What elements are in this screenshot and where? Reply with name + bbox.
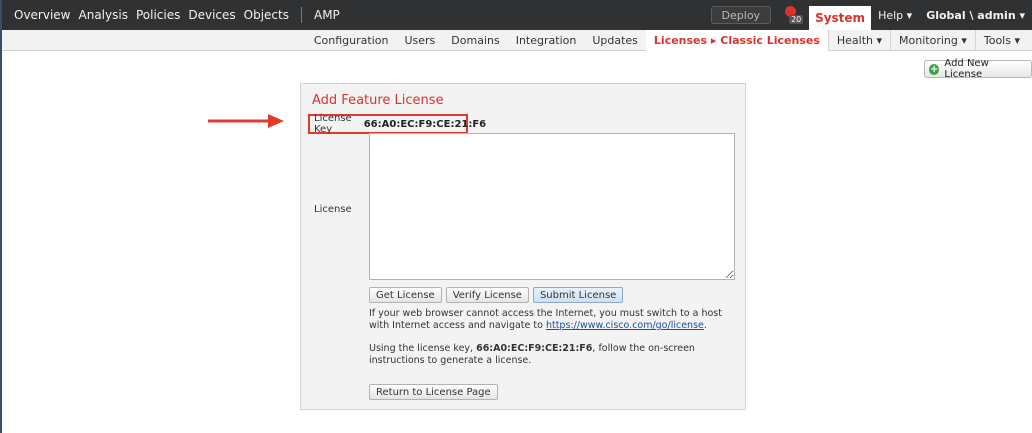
add-feature-license-panel: Add Feature License License Key 66:A0:EC… — [300, 83, 746, 410]
nav-separator — [300, 7, 302, 23]
nav-help[interactable]: Help ▾ — [871, 9, 919, 22]
nav-overview[interactable]: Overview — [10, 8, 75, 22]
get-license-button[interactable]: Get License — [369, 287, 442, 303]
domain-user-label: Global \ admin ▾ — [926, 8, 1025, 22]
nav-objects[interactable]: Objects — [240, 8, 293, 22]
sub-navigation-bar: Configuration Users Domains Integration … — [2, 29, 1032, 51]
license-key-instructions: Using the license key, 66:A0:EC:F9:CE:21… — [369, 343, 739, 367]
nav-devices[interactable]: Devices — [184, 8, 239, 22]
nav-amp[interactable]: AMP — [310, 8, 344, 22]
verify-license-button[interactable]: Verify License — [445, 287, 529, 303]
alerts-icon[interactable]: 20 — [781, 4, 804, 26]
license-label: License — [314, 204, 352, 215]
license-key-highlight: License Key 66:A0:EC:F9:CE:21:F6 — [308, 113, 486, 135]
nav-domain-user[interactable]: Global \ admin ▾ — [919, 9, 1032, 22]
license-key-label: License Key — [314, 113, 352, 135]
license-key-instructions-key: 66:A0:EC:F9:CE:21:F6 — [476, 343, 593, 354]
license-textarea[interactable] — [369, 133, 735, 280]
offline-instructions: If your web browser cannot access the In… — [369, 308, 739, 332]
cisco-license-link[interactable]: https://www.cisco.com/go/license — [546, 320, 704, 331]
nav-analysis[interactable]: Analysis — [75, 8, 132, 22]
offline-instructions-end: . — [703, 320, 707, 331]
annotation-arrow-icon — [208, 114, 284, 128]
add-new-license-button[interactable]: + Add New License — [924, 58, 1032, 80]
alert-count: 20 — [789, 15, 804, 24]
nav-policies[interactable]: Policies — [132, 8, 184, 22]
license-action-buttons: Get License Verify License Submit Licens… — [369, 287, 624, 303]
subnav-domains[interactable]: Domains — [443, 30, 507, 51]
nav-system[interactable]: System — [809, 6, 872, 30]
subnav-updates[interactable]: Updates — [584, 30, 646, 51]
add-icon: + — [929, 63, 940, 75]
submit-license-button[interactable]: Submit License — [532, 287, 624, 303]
subnav-users[interactable]: Users — [396, 30, 443, 51]
subnav-monitoring[interactable]: Monitoring ▾ — [891, 30, 975, 51]
deploy-button[interactable]: Deploy — [710, 6, 772, 24]
return-to-license-page-button[interactable]: Return to License Page — [369, 384, 498, 400]
add-new-license-label: Add New License — [944, 58, 989, 80]
subnav-tools[interactable]: Tools ▾ — [976, 30, 1028, 51]
subnav-configuration[interactable]: Configuration — [306, 30, 397, 51]
license-key-instructions-pre: Using the license key, — [369, 343, 477, 354]
subnav-licenses-classic[interactable]: Licenses ▸ Classic Licenses — [645, 29, 828, 51]
panel-title: Add Feature License — [312, 93, 444, 108]
subnav-integration[interactable]: Integration — [508, 30, 585, 51]
subnav-health[interactable]: Health ▾ — [829, 30, 890, 51]
top-navigation-bar: Overview Analysis Policies Devices Objec… — [2, 0, 1032, 30]
license-key-value: 66:A0:EC:F9:CE:21:F6 — [363, 118, 487, 130]
